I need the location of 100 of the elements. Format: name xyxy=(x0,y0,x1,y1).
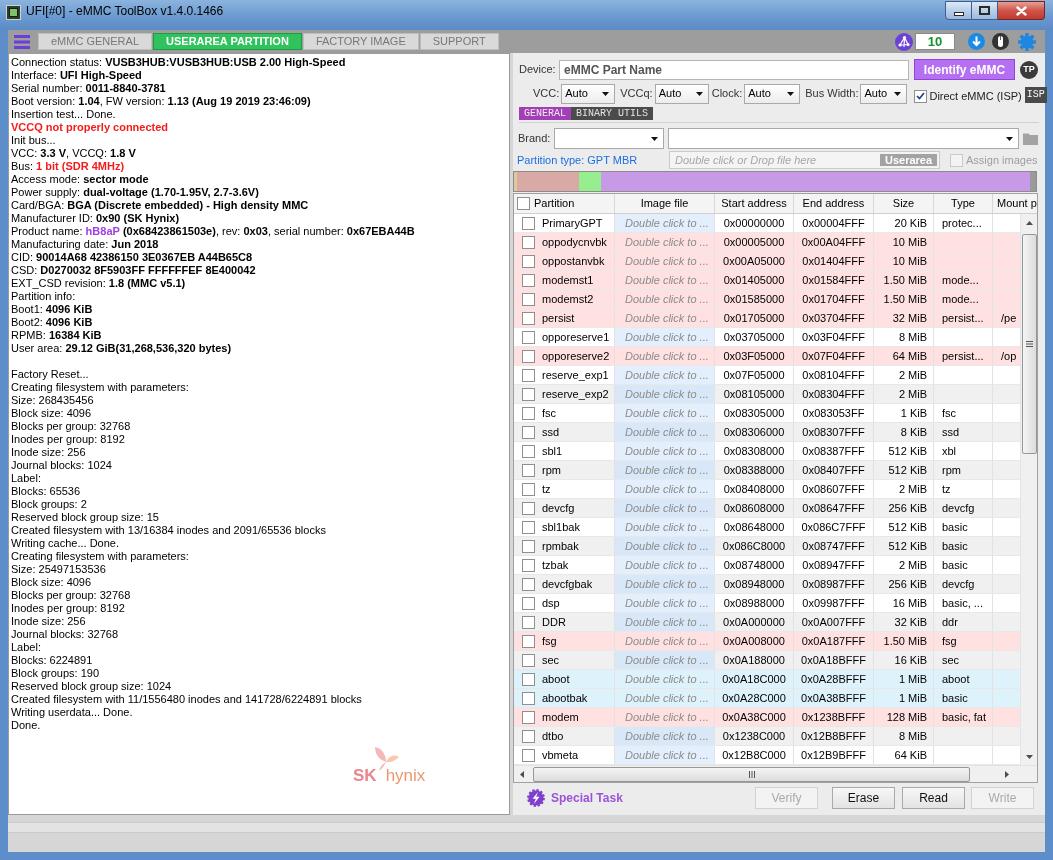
sub-tab[interactable]: GENERAL xyxy=(519,107,571,120)
row-checkbox[interactable] xyxy=(522,748,535,762)
dropdown[interactable]: Auto xyxy=(561,83,616,104)
row-checkbox[interactable] xyxy=(522,425,535,439)
column-header[interactable]: Start address xyxy=(715,194,794,213)
row-checkbox[interactable] xyxy=(522,710,535,724)
row-checkbox[interactable] xyxy=(522,672,535,686)
scrollbar-thumb[interactable] xyxy=(533,766,970,782)
table-row[interactable]: tzbak Double click to ... 0x08748000 0x08947FFF 2 MiB basic xyxy=(514,556,1020,575)
table-row[interactable]: reserve_exp1 Double click to ... 0x07F05000 0x08104FFF 2 MiB xyxy=(514,366,1020,385)
minimize-button[interactable] xyxy=(945,1,972,20)
select-all-checkbox[interactable] xyxy=(517,197,530,210)
row-checkbox[interactable] xyxy=(522,558,535,572)
network-icon[interactable] xyxy=(895,32,913,51)
table-row[interactable]: fsc Double click to ... 0x08305000 0x083053FF 1 KiB fsc xyxy=(514,404,1020,423)
row-checkbox[interactable] xyxy=(522,615,535,629)
table-row[interactable]: rpm Double click to ... 0x08388000 0x08407FFF 512 KiB rpm xyxy=(514,461,1020,480)
close-button[interactable] xyxy=(998,1,1045,20)
row-checkbox[interactable] xyxy=(522,691,535,705)
table-row[interactable]: persist Double click to ... 0x01705000 0x03704FFF 32 MiB persist... /pe xyxy=(514,309,1020,328)
row-checkbox[interactable] xyxy=(522,387,535,401)
row-checkbox[interactable] xyxy=(522,729,535,743)
table-row[interactable]: modem Double click to ... 0x0A38C000 0x1238BFFF 128 MiB basic, fat xyxy=(514,708,1020,727)
dropdown[interactable]: Auto xyxy=(744,83,801,104)
row-checkbox[interactable] xyxy=(522,596,535,610)
menu-icon[interactable] xyxy=(14,34,30,49)
isp-checkbox[interactable] xyxy=(914,89,928,103)
column-header[interactable]: Partition xyxy=(534,195,575,212)
row-checkbox[interactable] xyxy=(522,330,535,344)
table-row[interactable]: opporeserve1 Double click to ... 0x03705000 0x03F04FFF 8 MiB xyxy=(514,328,1020,347)
folder-icon[interactable] xyxy=(1023,132,1038,145)
table-cell: 256 KiB xyxy=(874,499,934,517)
table-row[interactable]: abootbak Double click to ... 0x0A28C000 0x0A38BFFF 1 MiB basic xyxy=(514,689,1020,708)
scroll-up-icon[interactable] xyxy=(1025,221,1033,225)
row-checkbox[interactable] xyxy=(522,520,535,534)
checkbox-label[interactable]: Direct eMMC (ISP) xyxy=(929,87,1022,105)
row-checkbox[interactable] xyxy=(522,501,535,515)
row-checkbox[interactable] xyxy=(522,349,535,363)
table-row[interactable]: oppodycnvbk Double click to ... 0x00005000 0x00A04FFF 10 MiB xyxy=(514,233,1020,252)
dropdown[interactable] xyxy=(668,128,1019,149)
dropdown[interactable] xyxy=(554,128,664,149)
scroll-left-icon[interactable] xyxy=(520,770,524,778)
scroll-down-icon[interactable] xyxy=(1025,755,1033,759)
table-row[interactable]: ssd Double click to ... 0x08306000 0x08307FFF 8 KiB ssd xyxy=(514,423,1020,442)
table-row[interactable]: modemst2 Double click to ... 0x01585000 0x01704FFF 1.50 MiB mode... xyxy=(514,290,1020,309)
table-row[interactable]: sbl1bak Double click to ... 0x08648000 0x086C7FFF 512 KiB basic xyxy=(514,518,1020,537)
column-header[interactable]: Type xyxy=(934,194,993,213)
row-checkbox[interactable] xyxy=(522,444,535,458)
row-checkbox[interactable] xyxy=(522,292,535,306)
column-header[interactable]: Image file xyxy=(615,194,715,213)
row-checkbox[interactable] xyxy=(522,577,535,591)
maximize-button[interactable] xyxy=(972,1,998,20)
scrollbar-thumb[interactable] xyxy=(1021,234,1037,454)
table-row[interactable]: modemst1 Double click to ... 0x01405000 0x01584FFF 1.50 MiB mode... xyxy=(514,271,1020,290)
table-row[interactable]: opporeserve2 Double click to ... 0x03F05000 0x07F04FFF 64 MiB persist... /op xyxy=(514,347,1020,366)
table-row[interactable]: aboot Double click to ... 0x0A18C000 0x0A28BFFF 1 MiB aboot xyxy=(514,670,1020,689)
table-row[interactable]: sec Double click to ... 0x0A188000 0x0A18BFFF 16 KiB sec xyxy=(514,651,1020,670)
table-row[interactable]: dtbo Double click to ... 0x1238C000 0x12B8BFFF 8 MiB xyxy=(514,727,1020,746)
table-row[interactable]: dsp Double click to ... 0x08988000 0x09987FFF 16 MiB basic, ... xyxy=(514,594,1020,613)
table-row[interactable]: oppostanvbk Double click to ... 0x00A05000 0x01404FFF 10 MiB xyxy=(514,252,1020,271)
scroll-right-icon[interactable] xyxy=(1005,770,1009,778)
row-checkbox[interactable] xyxy=(522,216,535,230)
action-button[interactable]: Erase xyxy=(832,787,895,809)
row-checkbox[interactable] xyxy=(522,254,535,268)
table-row[interactable]: tz Double click to ... 0x08408000 0x08607FFF 2 MiB tz xyxy=(514,480,1020,499)
dropdown[interactable]: Auto xyxy=(860,83,908,104)
tp-button[interactable]: TP xyxy=(1020,60,1038,79)
table-row[interactable]: PrimaryGPT Double click to ... 0x00000000 0x00004FFF 20 KiB protec... xyxy=(514,214,1020,233)
column-header[interactable]: End address xyxy=(794,194,874,213)
table-cell: 8 MiB xyxy=(874,328,934,346)
table-row[interactable]: DDR Double click to ... 0x0A000000 0x0A007FFF 32 KiB ddr xyxy=(514,613,1020,632)
row-checkbox[interactable] xyxy=(522,482,535,496)
row-checkbox[interactable] xyxy=(522,311,535,325)
row-checkbox[interactable] xyxy=(522,406,535,420)
table-row[interactable]: devcfgbak Double click to ... 0x08948000 0x08987FFF 256 KiB devcfg xyxy=(514,575,1020,594)
row-checkbox[interactable] xyxy=(522,463,535,477)
row-checkbox[interactable] xyxy=(522,634,535,648)
row-checkbox[interactable] xyxy=(522,368,535,382)
row-checkbox[interactable] xyxy=(522,653,535,667)
column-header[interactable]: Mount p xyxy=(993,194,1037,213)
table-row[interactable]: vbmeta Double click to ... 0x12B8C000 0x12B9BFFF 64 KiB xyxy=(514,746,1020,765)
table-row[interactable]: fsg Double click to ... 0x0A008000 0x0A187FFF 1.50 MiB fsg xyxy=(514,632,1020,651)
device-field[interactable]: eMMC Part Name xyxy=(559,59,909,80)
action-button[interactable]: Read xyxy=(902,787,965,809)
special-task-icon[interactable] xyxy=(527,789,545,807)
table-cell-text: tz xyxy=(542,481,551,497)
table-cell: 2 MiB xyxy=(874,556,934,574)
table-row[interactable]: sbl1 Double click to ... 0x08308000 0x08387FFF 512 KiB xbl xyxy=(514,442,1020,461)
dropdown[interactable]: Auto xyxy=(654,83,709,104)
table-row[interactable]: reserve_exp2 Double click to ... 0x08105000 0x08304FFF 2 MiB xyxy=(514,385,1020,404)
row-checkbox[interactable] xyxy=(522,235,535,249)
table-row[interactable]: devcfg Double click to ... 0x08608000 0x08647FFF 256 KiB devcfg xyxy=(514,499,1020,518)
row-checkbox[interactable] xyxy=(522,273,535,287)
special-task-link[interactable]: Special Task xyxy=(551,789,623,807)
download-icon[interactable] xyxy=(968,33,985,50)
mouse-icon[interactable] xyxy=(992,33,1009,50)
row-checkbox[interactable] xyxy=(522,539,535,553)
sub-tab[interactable]: BINARY UTILS xyxy=(571,107,654,120)
table-row[interactable]: rpmbak Double click to ... 0x086C8000 0x08747FFF 512 KiB basic xyxy=(514,537,1020,556)
column-header[interactable]: Size xyxy=(874,194,934,213)
